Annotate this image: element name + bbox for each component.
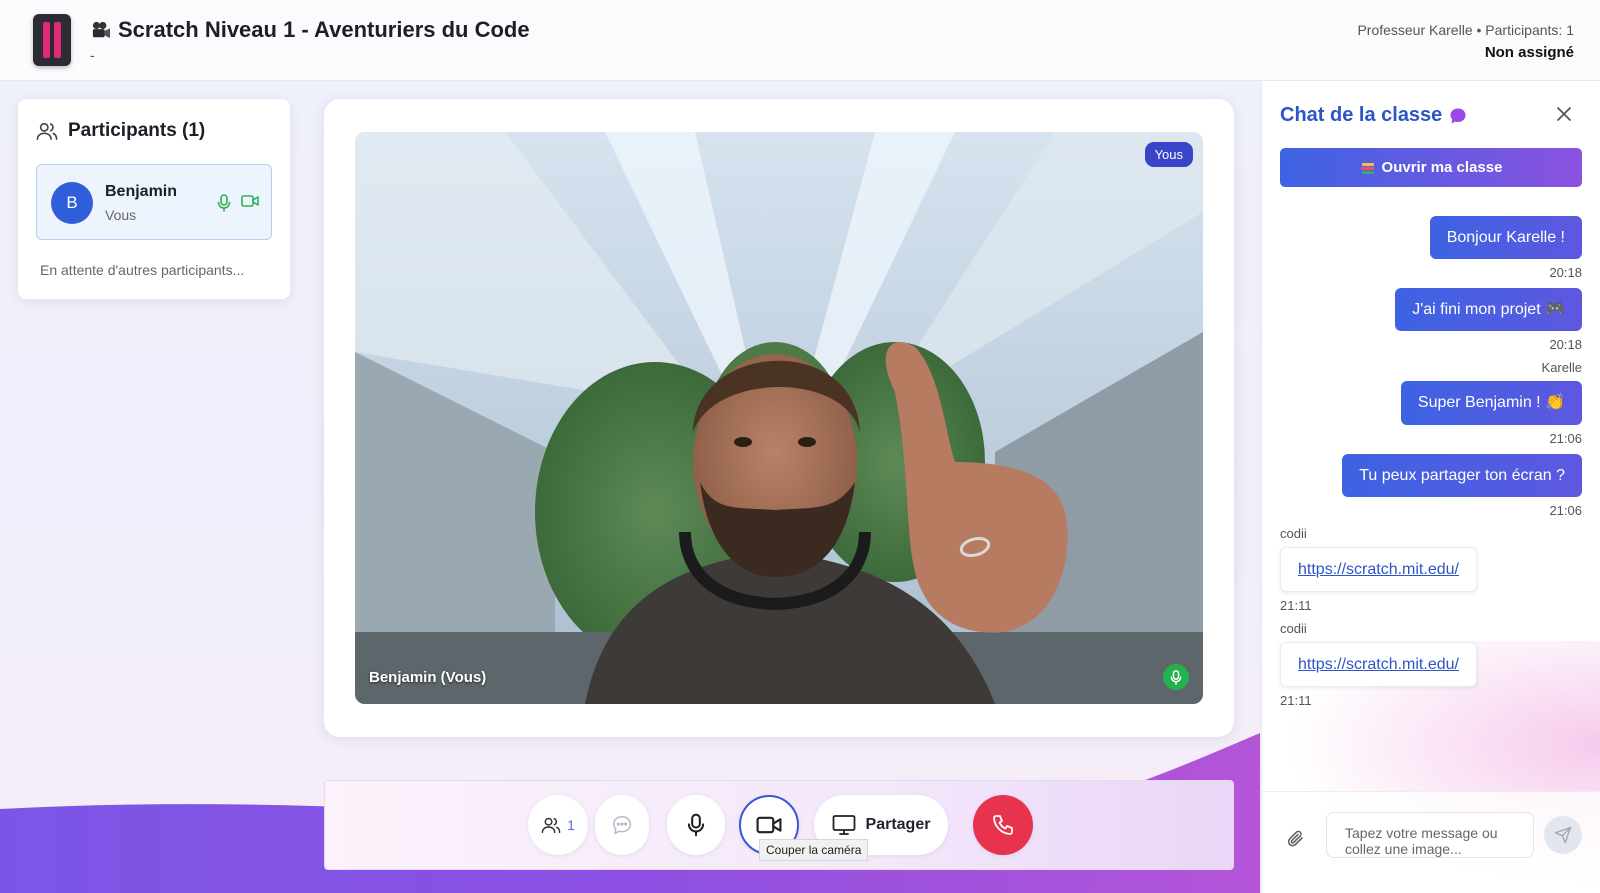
- avatar: B: [51, 182, 93, 224]
- chat-message: codii https://scratch.mit.edu/ 21:11: [1280, 621, 1582, 708]
- participants-heading: Participants (1): [36, 120, 205, 142]
- participants-panel: Participants (1) B Benjamin Vous En atte…: [18, 99, 290, 299]
- chat-message-input[interactable]: [1326, 812, 1534, 858]
- chat-message: Karelle Super Benjamin ! 👏 21:06: [1280, 360, 1582, 446]
- send-button[interactable]: [1544, 816, 1582, 854]
- chat-message-bubble: Bonjour Karelle !: [1429, 216, 1582, 260]
- chat-link[interactable]: https://scratch.mit.edu/: [1298, 656, 1459, 673]
- users-icon: [541, 817, 561, 834]
- teacher-info: Professeur Karelle • Participants: 1: [1357, 22, 1574, 38]
- paperclip-icon: [1287, 830, 1303, 847]
- assign-status: Non assigné: [1484, 44, 1574, 61]
- chat-message-sender: Karelle: [1541, 360, 1582, 376]
- microphone-icon: [217, 194, 231, 212]
- open-class-label: Ouvrir ma classe: [1381, 159, 1503, 176]
- participants-toggle-button[interactable]: 1: [528, 795, 588, 855]
- chat-message-time: 21:11: [1280, 693, 1312, 709]
- participant-status-icons: [217, 194, 259, 212]
- chat-message: codii https://scratch.mit.edu/ 21:11: [1280, 526, 1582, 613]
- video-camera-icon: [241, 195, 259, 207]
- chat-input-area: [1262, 791, 1600, 893]
- chat-message-bubble: https://scratch.mit.edu/: [1280, 546, 1477, 592]
- chat-message: Tu peux partager ton écran ? 21:06: [1280, 453, 1582, 518]
- video-feed[interactable]: Yous Benjamin (Vous): [355, 132, 1203, 704]
- chat-message: Bonjour Karelle ! 20:18: [1280, 216, 1582, 280]
- monitor-icon: [832, 815, 855, 835]
- participant-role: Vous: [105, 207, 137, 223]
- header-bar: Scratch Niveau 1 - Aventuriers du Code -…: [0, 0, 1600, 81]
- chat-message-time: 21:11: [1280, 597, 1312, 613]
- you-badge: Yous: [1144, 142, 1193, 167]
- chat-message-bubble: Tu peux partager ton écran ?: [1342, 453, 1582, 497]
- microphone-icon: [687, 813, 705, 837]
- chat-message-bubble: J'ai fini mon projet 🎮: [1395, 288, 1582, 332]
- waiting-message: En attente d'autres participants...: [40, 262, 245, 278]
- participant-name: Benjamin: [105, 183, 178, 200]
- chat-message-time: 21:06: [1549, 430, 1582, 446]
- microphone-icon: [1170, 669, 1182, 685]
- phone-icon: [993, 815, 1013, 835]
- chat-bubble-icon: [613, 816, 631, 835]
- close-icon: [1557, 107, 1571, 121]
- video-camera-icon: [756, 816, 782, 834]
- participant-card[interactable]: B Benjamin Vous: [36, 164, 272, 240]
- chat-link[interactable]: https://scratch.mit.edu/: [1298, 561, 1459, 578]
- video-container: Yous Benjamin (Vous): [324, 99, 1234, 737]
- chat-message-sender: codii: [1280, 525, 1307, 541]
- page-subtitle: -: [90, 47, 95, 63]
- chat-title-text: Chat de la classe: [1280, 104, 1443, 126]
- movie-camera-icon: [92, 21, 110, 39]
- participants-count: 1: [567, 817, 575, 833]
- chat-message-time: 20:18: [1549, 337, 1582, 353]
- microphone-button[interactable]: [667, 795, 725, 855]
- chat-title: Chat de la classe: [1280, 104, 1468, 127]
- chat-message-bubble: Super Benjamin ! 👏: [1400, 381, 1582, 425]
- video-name-label: Benjamin (Vous): [369, 669, 487, 686]
- app-logo[interactable]: [33, 14, 71, 66]
- participants-heading-text: Participants (1): [68, 120, 206, 141]
- camera-tooltip: Couper la caméra: [759, 839, 869, 861]
- page-title: Scratch Niveau 1 - Aventuriers du Code: [90, 17, 530, 43]
- attach-button[interactable]: [1286, 828, 1306, 855]
- close-chat-button[interactable]: [1554, 104, 1574, 124]
- open-class-button[interactable]: Ouvrir ma classe: [1280, 148, 1582, 187]
- page-title-text: Scratch Niveau 1 - Aventuriers du Code: [118, 17, 530, 42]
- video-mic-indicator: [1163, 664, 1189, 690]
- chat-panel: Chat de la classe Ouvrir ma classe Bonjo…: [1261, 81, 1600, 893]
- chat-message-list: Bonjour Karelle ! 20:18 J'ai fini mon pr…: [1280, 216, 1582, 716]
- chat-message-time: 20:18: [1549, 265, 1582, 281]
- chat-toggle-button[interactable]: [595, 795, 649, 855]
- users-icon: [36, 122, 58, 140]
- hang-up-button[interactable]: [973, 795, 1033, 855]
- share-screen-label: Partager: [865, 816, 931, 833]
- chat-message-sender: codii: [1280, 620, 1307, 636]
- chat-message: J'ai fini mon projet 🎮 20:18: [1280, 288, 1582, 352]
- session-info: Professeur Karelle • Participants: 1 Non…: [1357, 22, 1574, 61]
- speech-bubble-icon: [1450, 108, 1466, 123]
- chat-message-time: 21:06: [1549, 502, 1582, 518]
- call-controls-bar: 1 Partager Couper la caméra: [324, 780, 1234, 870]
- books-icon: [1360, 162, 1374, 174]
- send-icon: [1554, 826, 1572, 844]
- chat-message-bubble: https://scratch.mit.edu/: [1280, 641, 1477, 688]
- video-frame-image: [355, 132, 1203, 704]
